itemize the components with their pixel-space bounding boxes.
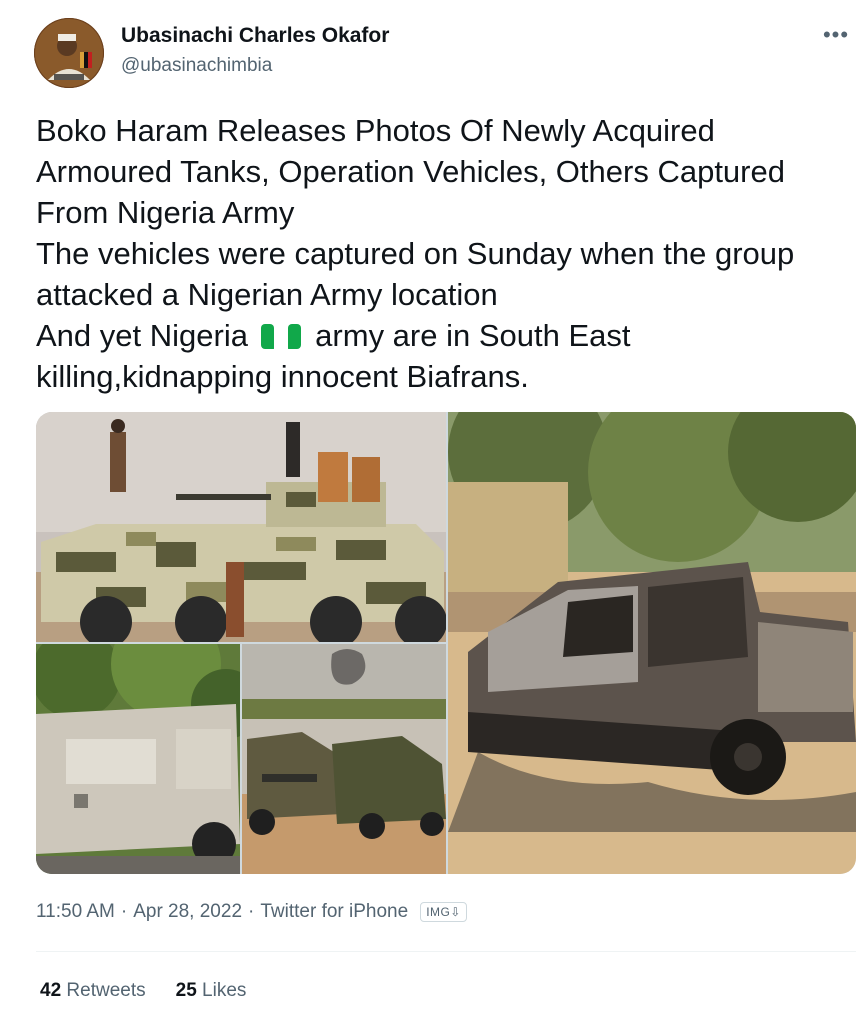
retweets-label: Retweets [66, 980, 146, 1001]
tweet-text-line: From Nigeria Army [36, 195, 295, 230]
divider [36, 951, 856, 952]
armoured-vehicle-photo[interactable] [36, 412, 446, 642]
tweet-text-line: attacked a Nigerian Army location [36, 277, 498, 312]
tweet-text-segment: And yet Nigeria [36, 318, 257, 353]
tweet-text-line: And yet Nigeria army are in South East [36, 315, 856, 356]
tweet-text-segment: army are in South East [306, 318, 631, 353]
tweet-meta: 11:50 AM · Apr 28, 2022 · Twitter for iP… [36, 901, 467, 923]
tweet-time[interactable]: 11:50 AM [36, 901, 115, 923]
mrap-vehicle-photo[interactable] [36, 644, 240, 874]
tweet-card: Ubasinachi Charles Okafor @ubasinachimbi… [0, 0, 868, 1024]
likes-count: 25 [175, 980, 203, 1001]
image-download-badge[interactable]: IMG⇩ [420, 902, 467, 922]
retweets-stat[interactable]: 42 Retweets [40, 980, 146, 1002]
meta-separator: · [248, 901, 255, 922]
tweet-source[interactable]: Twitter for iPhone [260, 901, 408, 923]
media-grid [36, 412, 856, 874]
meta-separator: · [120, 901, 128, 922]
burnt-pickup-photo[interactable] [448, 412, 856, 874]
tweet-text-line: Boko Haram Releases Photos Of Newly Acqu… [36, 113, 715, 148]
tweet-text-line: The vehicles were captured on Sunday whe… [36, 236, 795, 271]
likes-label: Likes [202, 980, 247, 1001]
profile-photo [34, 18, 104, 88]
retweets-count: 42 [40, 980, 67, 1001]
author-name[interactable]: Ubasinachi Charles Okafor [121, 24, 389, 48]
more-horizontal-icon: ••• [822, 22, 850, 47]
nigeria-flag-emoji [260, 321, 301, 349]
tweet-text-line: Armoured Tanks, Operation Vehicles, Othe… [36, 154, 785, 189]
more-options-button[interactable]: ••• [818, 20, 854, 50]
tweet-text: Boko Haram Releases Photos Of Newly Acqu… [36, 110, 856, 397]
tweet-date[interactable]: Apr 28, 2022 [133, 901, 242, 923]
author-handle[interactable]: @ubasinachimbia [121, 55, 272, 77]
tweet-stats: 42 Retweets 25 Likes [40, 980, 246, 1002]
likes-stat[interactable]: 25 Likes [176, 980, 247, 1002]
tweet-text-line: killing,kidnapping innocent Biafrans. [36, 359, 529, 394]
avatar[interactable] [34, 18, 104, 88]
captured-pickups-photo[interactable] [242, 644, 446, 874]
